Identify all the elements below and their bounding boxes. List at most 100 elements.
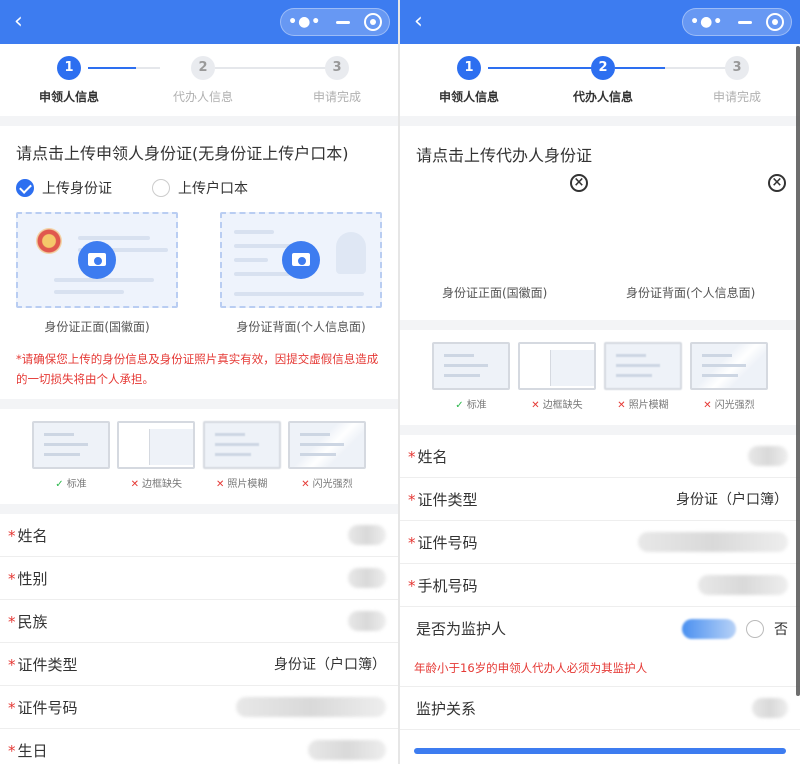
cross-icon: ✕ — [531, 400, 540, 411]
id-back-caption: 身份证背面(个人信息面) — [626, 286, 756, 300]
field-id-type[interactable]: * 证件类型 身份证（户口簿） — [400, 478, 800, 521]
name-value-redacted — [748, 446, 788, 466]
check-icon: ✓ — [55, 479, 64, 490]
id-card-uploads: 身份证正面(国徽面) 身份证背面(个人信息面) — [16, 212, 382, 335]
radio-unchecked-icon — [152, 179, 170, 197]
field-label: 姓名 — [417, 447, 448, 466]
id-front-caption: 身份证正面(国徽面) — [442, 286, 548, 300]
sample-border-missing: ✕ 边框缺失 — [117, 421, 196, 490]
back-icon[interactable]: ‹ — [414, 10, 438, 34]
step-1: 1 申领人信息 — [14, 56, 124, 105]
minimize-icon[interactable] — [737, 20, 752, 24]
field-guardian: 是否为监护人 否 — [400, 607, 800, 650]
agent-form: * 姓名 * 证件类型 身份证（户口簿） * 证件号码 * 手机号码 是否为监护人 — [400, 435, 800, 730]
relation-redacted — [752, 698, 788, 718]
close-target-icon[interactable] — [765, 13, 784, 31]
portrait-icon — [336, 232, 366, 274]
id-type-value: 身份证（户口簿） — [274, 657, 386, 673]
sample-standard: ✓ 标准 — [432, 342, 510, 411]
guardian-warning: 年龄小于16岁的申领人代办人必须为其监护人 — [400, 650, 800, 687]
sample-label: 照片模糊 — [628, 400, 669, 411]
sample-border-missing: ✕ 边框缺失 — [518, 342, 596, 411]
id-type-value: 身份证（户口簿） — [676, 492, 788, 508]
cross-icon: ✕ — [617, 400, 626, 411]
section-divider — [0, 504, 398, 514]
guardian-radios: 否 — [682, 618, 788, 639]
minimize-icon[interactable] — [335, 20, 350, 24]
authenticity-warning: *请确保您上传的身份信息及身份证照片真实有效，因提交虚假信息造成的一切损失将由个… — [16, 352, 379, 386]
step-3: 3 申请完成 — [682, 56, 792, 105]
radio-hukou[interactable]: 上传户口本 — [152, 178, 248, 198]
applicant-form: * 姓名 * 性别 * 民族 * 证件类型 身份证（户口簿） * 证件号码 * 生日 — [0, 514, 398, 764]
guardian-yes-radio[interactable] — [682, 618, 736, 639]
field-birthday[interactable]: * 生日 — [0, 729, 398, 764]
sample-label: 照片模糊 — [227, 479, 268, 490]
photo-samples: ✓ 标准 ✕ 边框缺失 ✕ 照片模糊 ✕ 闪光强烈 — [0, 409, 398, 504]
radio-id-card[interactable]: 上传身份证 — [16, 178, 112, 198]
field-label: 监护关系 — [416, 699, 477, 718]
step-label: 代办人信息 — [572, 90, 633, 104]
sample-blurry: ✕ 照片模糊 — [202, 421, 281, 490]
scrollbar[interactable] — [796, 46, 800, 696]
remove-back-icon[interactable]: × — [768, 174, 786, 192]
id-back-caption: 身份证背面(个人信息面) — [236, 320, 366, 334]
cross-icon: ✕ — [215, 479, 225, 490]
step-number: 2 — [591, 56, 615, 80]
radio-label: 上传户口本 — [178, 181, 248, 197]
upload-id-back[interactable] — [220, 212, 382, 308]
document-type-radios: 上传身份证 上传户口本 — [16, 178, 382, 198]
id-number-redacted — [638, 532, 788, 552]
step-indicator: 1 申领人信息 2 代办人信息 3 申请完成 — [400, 44, 800, 116]
radio-label: 上传身份证 — [42, 181, 112, 197]
mini-program-capsule: •●• — [682, 8, 792, 36]
field-label: 性别 — [17, 569, 48, 588]
upload-title: 请点击上传代办人身份证 — [416, 146, 593, 165]
step-label: 代办人信息 — [172, 90, 233, 104]
sample-label: 边框缺失 — [142, 479, 183, 490]
field-label: 是否为监护人 — [416, 620, 507, 638]
field-label: 生日 — [17, 741, 48, 760]
field-relation[interactable]: 监护关系 — [400, 687, 800, 730]
close-target-icon[interactable] — [363, 13, 382, 31]
step-number: 3 — [325, 56, 349, 80]
step-label: 申领人信息 — [438, 90, 499, 104]
field-id-type[interactable]: * 证件类型 身份证（户口簿） — [0, 643, 398, 686]
cross-icon: ✕ — [703, 400, 712, 411]
step-number: 1 — [457, 56, 481, 80]
section-divider — [400, 116, 800, 126]
upload-id-front[interactable] — [16, 212, 178, 308]
sample-standard: ✓ 标准 — [32, 421, 110, 490]
field-label: 证件号码 — [417, 533, 478, 552]
field-name[interactable]: * 姓名 — [400, 435, 800, 478]
field-label: 民族 — [17, 612, 48, 631]
radio-checked-icon — [16, 179, 34, 197]
sample-label: 标准 — [66, 479, 87, 490]
applicant-screen: ‹ •●• 1 申领人信息 2 代办人信息 3 申请完成 请点击上传申领人身份证… — [0, 0, 400, 764]
field-name[interactable]: * 姓名 — [0, 514, 398, 557]
field-id-number[interactable]: * 证件号码 — [400, 521, 800, 564]
step-number: 2 — [191, 56, 215, 80]
field-gender[interactable]: * 性别 — [0, 557, 398, 600]
back-icon[interactable]: ‹ — [14, 10, 38, 34]
more-icon[interactable]: •●• — [288, 14, 321, 30]
step-2: 2 代办人信息 — [548, 56, 658, 105]
next-button[interactable] — [414, 748, 786, 754]
remove-front-icon[interactable]: × — [570, 174, 588, 192]
birthday-redacted — [308, 740, 386, 760]
sample-label: 标准 — [466, 400, 487, 411]
field-id-number[interactable]: * 证件号码 — [0, 686, 398, 729]
section-divider — [400, 425, 800, 435]
field-ethnicity[interactable]: * 民族 — [0, 600, 398, 643]
step-2: 2 代办人信息 — [148, 56, 258, 105]
sample-blurry: ✕ 照片模糊 — [604, 342, 682, 411]
guardian-no-radio[interactable] — [746, 619, 764, 638]
title-bar: ‹ •●• — [400, 0, 800, 44]
sample-glare: ✕ 闪光强烈 — [690, 342, 768, 411]
guardian-no-label: 否 — [774, 621, 788, 638]
photo-samples: ✓ 标准 ✕ 边框缺失 ✕ 照片模糊 ✕ 闪光强烈 — [400, 330, 800, 425]
more-icon[interactable]: •●• — [690, 14, 723, 30]
field-phone[interactable]: * 手机号码 — [400, 564, 800, 607]
national-emblem-icon — [36, 228, 62, 254]
step-number: 3 — [725, 56, 749, 80]
sample-label: 边框缺失 — [542, 400, 583, 411]
